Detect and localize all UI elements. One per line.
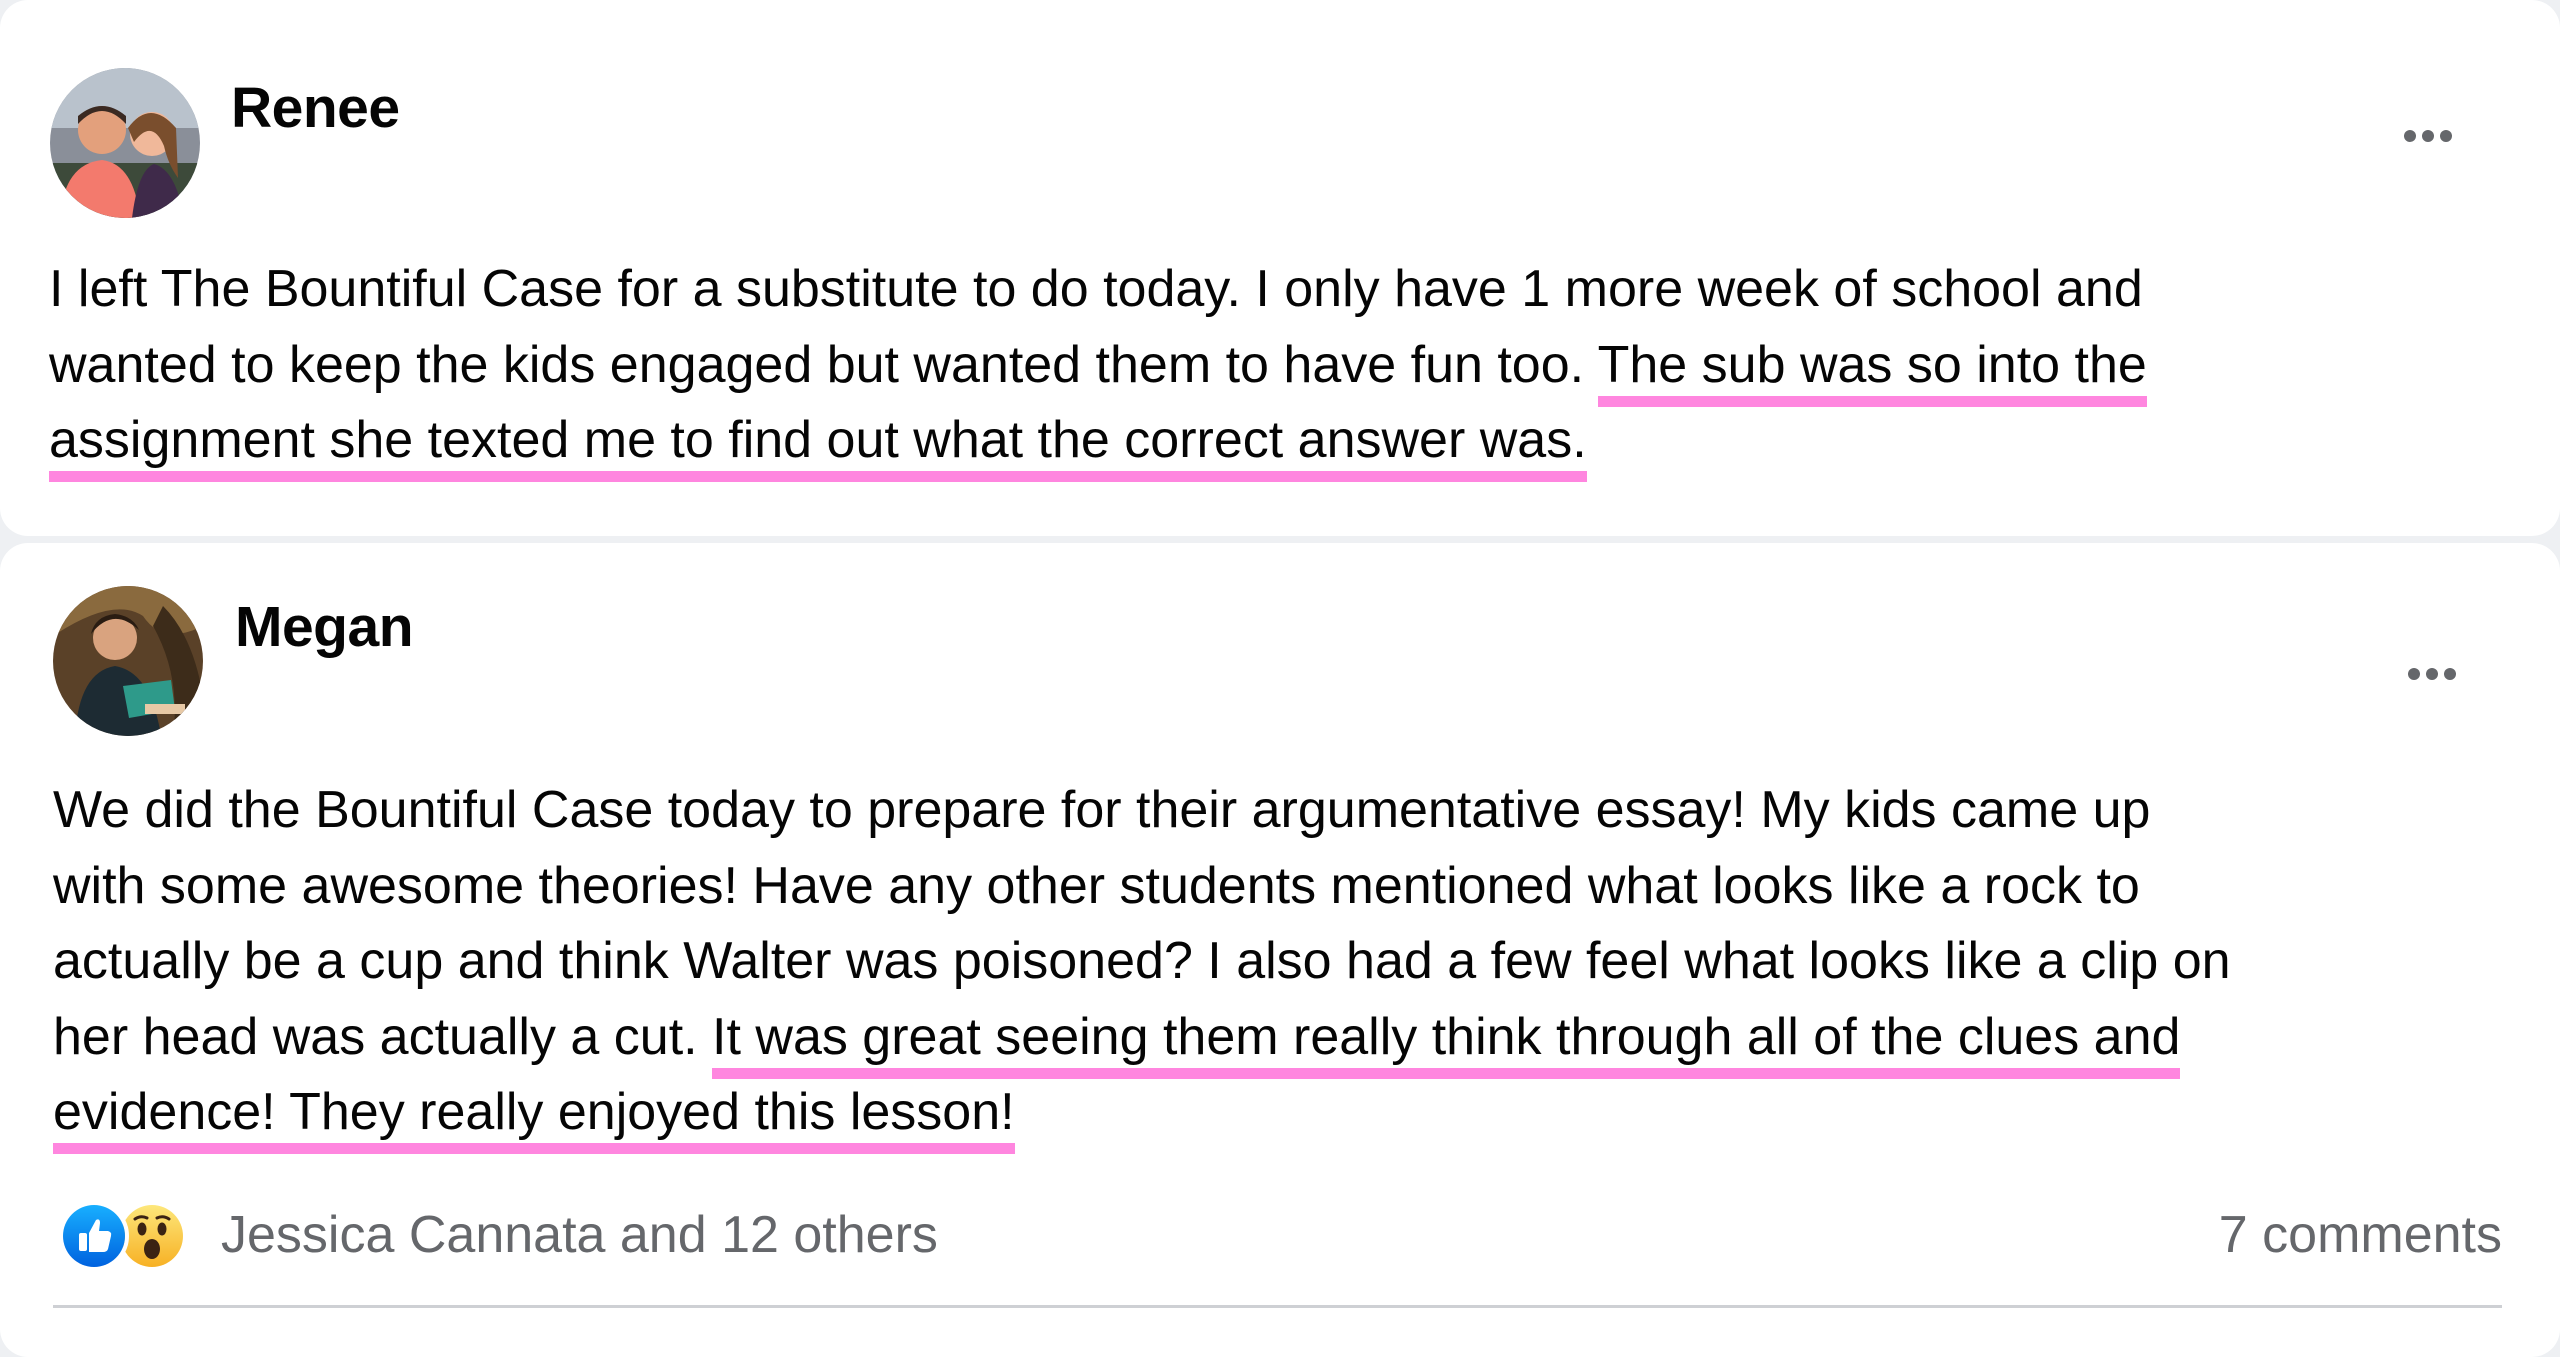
- avatar[interactable]: [53, 586, 203, 736]
- post-text-line: assignment she texted me to find out wha…: [49, 403, 2489, 482]
- more-options-icon: [2408, 668, 2420, 680]
- highlighted-text: It was great seeing them really think th…: [712, 1007, 2181, 1079]
- reactors-link[interactable]: Jessica Cannata and 12 others: [221, 1209, 938, 1261]
- post-text-line: We did the Bountiful Case today to prepa…: [53, 781, 2151, 839]
- post-author-name[interactable]: Megan: [235, 599, 414, 656]
- more-options-button[interactable]: [2392, 654, 2472, 694]
- comments-count-link[interactable]: 7 comments: [2219, 1209, 2502, 1261]
- post-text-line: wanted to keep the kids engaged but want…: [49, 328, 2489, 407]
- post-card: Megan We did the Bountiful Case today to…: [0, 543, 2560, 1357]
- post-text-line: actually be a cup and think Walter was p…: [53, 932, 2231, 990]
- post-author-name[interactable]: Renee: [231, 80, 400, 137]
- avatar-photo-icon: [50, 68, 200, 218]
- more-options-button[interactable]: [2388, 116, 2468, 156]
- like-icon: [59, 1201, 129, 1271]
- post-body: We did the Bountiful Case today to prepa…: [53, 773, 2513, 1154]
- post-text-line: evidence! They really enjoyed this lesso…: [53, 1075, 2513, 1154]
- more-options-icon: [2404, 130, 2416, 142]
- avatar[interactable]: [50, 68, 200, 218]
- reactions-summary[interactable]: [59, 1201, 209, 1271]
- post-body: I left The Bountiful Case for a substitu…: [49, 252, 2489, 482]
- highlighted-text: assignment she texted me to find out wha…: [49, 411, 1587, 482]
- post-card: Renee I left The Bountiful Case for a su…: [0, 0, 2560, 536]
- highlighted-text: evidence! They really enjoyed this lesso…: [53, 1083, 1015, 1154]
- post-text-line: I left The Bountiful Case for a substitu…: [49, 260, 2143, 318]
- divider: [53, 1305, 2502, 1308]
- post-footer: Jessica Cannata and 12 others 7 comments: [53, 1191, 2502, 1281]
- highlighted-text: The sub was so into the: [1597, 335, 2147, 407]
- post-text-line: with some awesome theories! Have any oth…: [53, 856, 2140, 915]
- post-text-line: her head was actually a cut. It was grea…: [53, 1000, 2513, 1079]
- feed: Renee I left The Bountiful Case for a su…: [0, 0, 2560, 1357]
- avatar-photo-icon: [53, 586, 203, 736]
